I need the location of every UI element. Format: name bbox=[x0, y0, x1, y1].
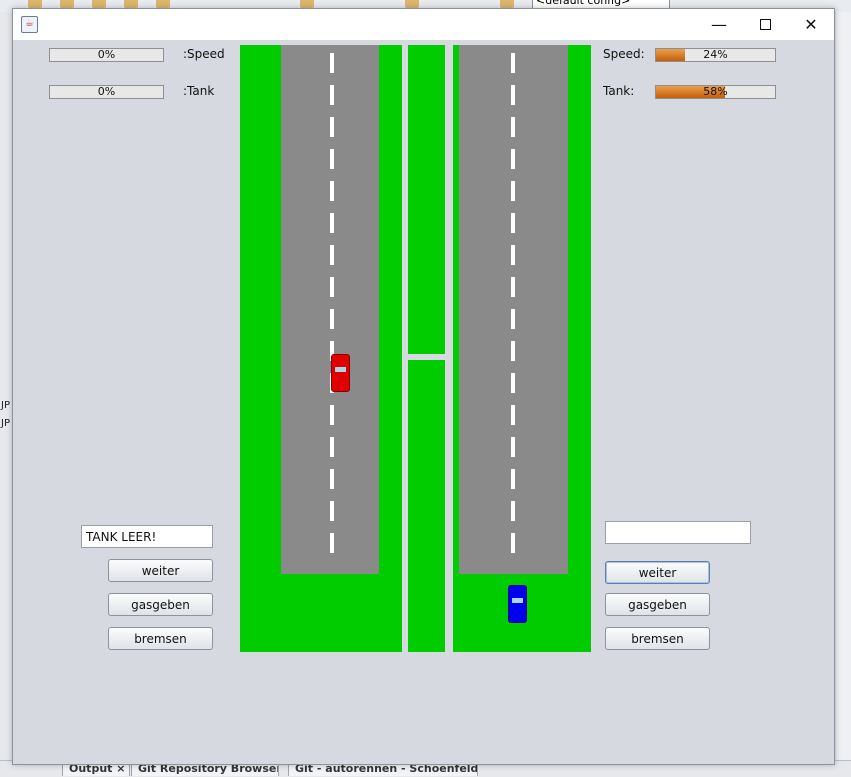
ide-left-panel: JP JP bbox=[0, 12, 12, 776]
left-tank-text: 0% bbox=[97, 85, 116, 98]
right-speed-label: Speed: bbox=[603, 47, 645, 61]
lane-dash bbox=[511, 437, 515, 457]
left-road-panel bbox=[240, 45, 402, 652]
maximize-button[interactable] bbox=[742, 9, 788, 40]
toolbar-tool-icon[interactable] bbox=[124, 0, 138, 8]
java-cup-icon: ☕ bbox=[21, 16, 38, 33]
lane-dash bbox=[330, 213, 334, 233]
lane-dash bbox=[330, 85, 334, 105]
game-window: ☕ — ✕ 0% :Speed 0% :Tank weiter gasgeben… bbox=[12, 8, 835, 765]
lane-dash bbox=[330, 437, 334, 457]
maximize-icon bbox=[759, 19, 771, 30]
lane-dash bbox=[330, 405, 334, 425]
lane-dash bbox=[511, 181, 515, 201]
lane-dash bbox=[511, 85, 515, 105]
lane-dash bbox=[511, 277, 515, 297]
lane-dash bbox=[330, 277, 334, 297]
lane-dash bbox=[511, 469, 515, 489]
middle-divider bbox=[408, 354, 445, 360]
middle-strip bbox=[408, 45, 445, 652]
lane-dash bbox=[330, 181, 334, 201]
left-status-field[interactable] bbox=[81, 525, 213, 548]
ide-left-label: JP bbox=[1, 418, 10, 429]
close-icon: ✕ bbox=[804, 15, 818, 34]
right-road-panel bbox=[453, 45, 591, 652]
right-tank-text: 58% bbox=[703, 85, 728, 98]
lane-dash bbox=[511, 149, 515, 169]
lane-dash bbox=[330, 149, 334, 169]
toolbar-tool-icon[interactable] bbox=[28, 0, 42, 8]
lane-dash bbox=[511, 373, 515, 393]
right-bremsen-button[interactable]: bremsen bbox=[605, 627, 710, 650]
toolbar-tool-icon[interactable] bbox=[405, 0, 419, 8]
lane-dash bbox=[330, 309, 334, 329]
lane-dash bbox=[511, 245, 515, 265]
lane-dash bbox=[511, 213, 515, 233]
right-speed-bar: 24% bbox=[655, 48, 776, 62]
right-tank-label: Tank: bbox=[603, 84, 635, 98]
lane-dash bbox=[511, 405, 515, 425]
close-button[interactable]: ✕ bbox=[788, 9, 834, 40]
red-car bbox=[331, 354, 350, 392]
toolbar-tool-icon[interactable] bbox=[500, 0, 514, 8]
lane-dash bbox=[330, 469, 334, 489]
left-speed-bar: 0% bbox=[49, 48, 164, 62]
toolbar-tool-icon[interactable] bbox=[60, 0, 74, 8]
ide-left-label: JP bbox=[1, 400, 10, 411]
toolbar-tool-icon[interactable] bbox=[300, 0, 314, 8]
lane-dash bbox=[330, 533, 334, 553]
lane-dash bbox=[511, 501, 515, 521]
lane-dash bbox=[511, 341, 515, 361]
game-content: 0% :Speed 0% :Tank weiter gasgeben brems… bbox=[13, 40, 834, 764]
lane-dash bbox=[330, 117, 334, 137]
lane-dash bbox=[330, 53, 334, 73]
left-tank-label: :Tank bbox=[183, 84, 215, 98]
right-gasgeben-button[interactable]: gasgeben bbox=[605, 593, 710, 616]
minimize-icon: — bbox=[711, 15, 727, 34]
lane-dash bbox=[511, 309, 515, 329]
toolbar-tool-icon[interactable] bbox=[92, 0, 106, 8]
left-tank-bar: 0% bbox=[49, 85, 164, 99]
right-speed-text: 24% bbox=[703, 48, 728, 61]
left-weiter-button[interactable]: weiter bbox=[108, 559, 213, 582]
ide-right-panel bbox=[836, 12, 851, 776]
lane-dash bbox=[330, 501, 334, 521]
left-speed-text: 0% bbox=[97, 48, 116, 61]
left-bremsen-button[interactable]: bremsen bbox=[108, 627, 213, 650]
right-status-field[interactable] bbox=[605, 521, 751, 544]
right-tank-bar: 58% bbox=[655, 85, 776, 99]
minimize-button[interactable]: — bbox=[696, 9, 742, 40]
lane-dash bbox=[511, 53, 515, 73]
toolbar-tool-icon[interactable] bbox=[156, 0, 170, 8]
right-weiter-button[interactable]: weiter bbox=[605, 561, 710, 584]
left-gasgeben-button[interactable]: gasgeben bbox=[108, 593, 213, 616]
left-speed-label: :Speed bbox=[183, 47, 225, 61]
lane-dash bbox=[511, 533, 515, 553]
title-bar: ☕ — ✕ bbox=[13, 9, 834, 40]
lane-dash bbox=[511, 117, 515, 137]
lane-dash bbox=[330, 245, 334, 265]
blue-car bbox=[508, 585, 527, 623]
